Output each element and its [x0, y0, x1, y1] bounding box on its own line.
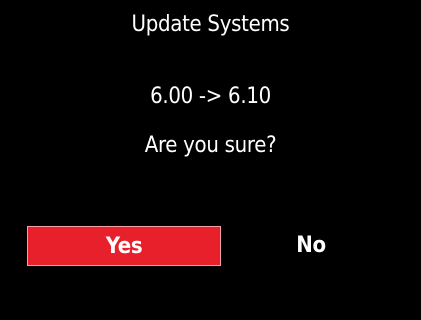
version-change-text: 6.00 -> 6.10: [150, 84, 271, 109]
dialog-title: Update Systems: [131, 12, 290, 37]
confirm-question: Are you sure?: [144, 133, 277, 158]
yes-button[interactable]: Yes: [27, 226, 221, 266]
update-confirm-screen: Update Systems 6.00 -> 6.10 Are you sure…: [0, 0, 421, 320]
no-button[interactable]: No: [214, 226, 408, 266]
